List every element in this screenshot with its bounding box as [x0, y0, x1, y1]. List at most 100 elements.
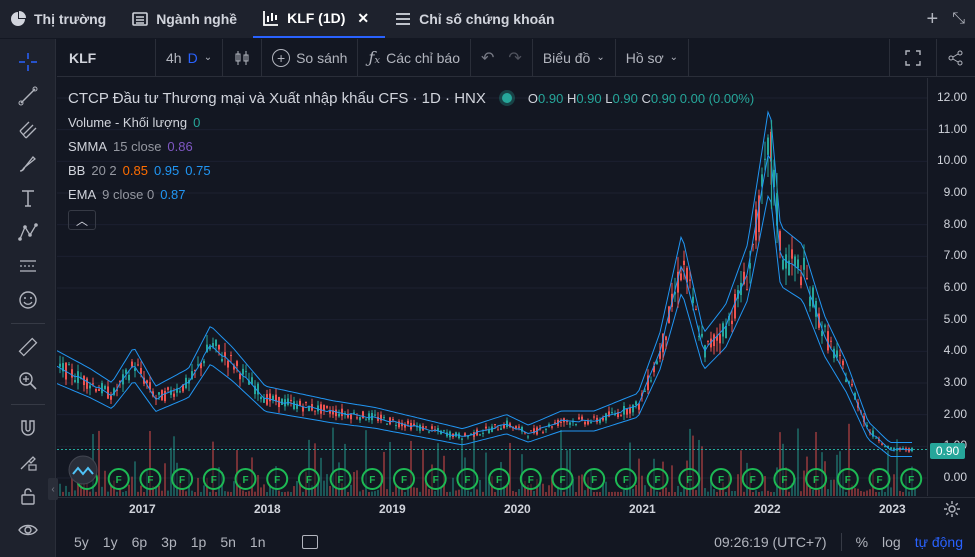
time-scale[interactable]: 2017 2018 2019 2020 2021 2022 2023: [57, 497, 975, 521]
volume-bar: [95, 491, 97, 496]
volume-bar: [899, 490, 901, 496]
range-button-5n[interactable]: 5n: [213, 534, 243, 550]
chevron-down-icon[interactable]: ⌄: [204, 52, 212, 63]
text-icon[interactable]: [10, 181, 46, 215]
candle-body: [809, 296, 811, 307]
candle-body: [365, 419, 367, 421]
eye-icon[interactable]: [10, 513, 46, 547]
range-button-1n[interactable]: 1n: [243, 534, 273, 550]
compare-button[interactable]: + So sánh: [262, 39, 357, 76]
candle-body: [314, 410, 316, 412]
brush-icon[interactable]: [10, 147, 46, 181]
volume-bar: [167, 490, 169, 496]
event-marker-label: F: [433, 475, 439, 486]
crosshair-icon[interactable]: [10, 45, 46, 79]
volume-bar: [416, 487, 418, 496]
time-tick: 2019: [379, 502, 406, 516]
volume-bar: [584, 490, 586, 496]
volume-bar: [680, 491, 682, 496]
candle-body: [707, 340, 709, 342]
trend-line-icon[interactable]: [10, 79, 46, 113]
pattern-icon[interactable]: [10, 215, 46, 249]
interval-selector[interactable]: 4h D ⌄: [156, 39, 222, 76]
candle-body: [794, 256, 796, 266]
fullscreen-icon[interactable]: [890, 39, 936, 76]
range-button-1y[interactable]: 1y: [96, 534, 125, 550]
lock-icon[interactable]: [10, 479, 46, 513]
share-icon[interactable]: [937, 39, 975, 76]
interval-4h[interactable]: 4h: [166, 50, 182, 66]
volume-bar: [638, 458, 640, 496]
candle-body: [236, 361, 238, 366]
volume-bar: [713, 489, 715, 496]
candle-body: [635, 401, 637, 405]
symbol-search[interactable]: KLF: [57, 39, 155, 76]
indicators-button[interactable]: ƒₓ Các chỉ báo: [358, 39, 470, 76]
tab-industry[interactable]: Ngành nghề: [122, 0, 253, 38]
list-icon: [132, 11, 148, 27]
tab-klf-chart[interactable]: KLF (1D) ✕: [253, 0, 386, 38]
ruler-icon[interactable]: [10, 330, 46, 364]
magnet-icon[interactable]: [10, 411, 46, 445]
volume-bar: [827, 489, 829, 496]
emoji-icon[interactable]: [10, 283, 46, 317]
tab-market[interactable]: Thị trường: [0, 0, 122, 38]
collapse-icon[interactable]: ⤡: [952, 10, 965, 28]
volume-bar: [263, 484, 265, 496]
indicator-params: 20 2: [91, 162, 117, 178]
volume-bar: [761, 491, 763, 496]
volume-bar: [182, 489, 184, 496]
range-button-1p[interactable]: 1p: [184, 534, 214, 550]
event-marker-label: F: [464, 475, 470, 486]
lock-drawing-icon[interactable]: [10, 445, 46, 479]
candle-body: [791, 249, 793, 259]
pitchfork-icon[interactable]: [10, 113, 46, 147]
chart-type-dropdown[interactable]: Biểu đồ ⌄: [533, 39, 615, 76]
zoom-in-icon[interactable]: [10, 364, 46, 398]
undo-icon[interactable]: ↶: [481, 48, 494, 68]
volume-bar: [716, 491, 718, 496]
range-button-5y[interactable]: 5y: [67, 534, 96, 550]
volume-bar: [392, 491, 394, 496]
volume-bar: [812, 489, 814, 496]
gear-icon[interactable]: [942, 499, 962, 519]
volume-bar: [260, 487, 262, 496]
add-tab-icon[interactable]: +: [927, 8, 939, 31]
volume-bar: [428, 489, 430, 496]
indicator-value: 0.86: [167, 138, 193, 154]
range-button-6p[interactable]: 6p: [125, 534, 155, 550]
volume-bar: [869, 489, 871, 496]
candle-body: [164, 390, 166, 402]
volume-bar: [122, 491, 124, 496]
candle-body: [395, 425, 397, 427]
logo-icon: [68, 455, 98, 485]
market-status-icon: [501, 93, 512, 103]
candle-body: [734, 293, 736, 319]
time-tick: 2017: [129, 502, 156, 516]
profile-dropdown[interactable]: Hồ sơ ⌄: [616, 39, 688, 76]
close-icon[interactable]: ✕: [357, 10, 369, 27]
volume-bar: [884, 491, 886, 496]
legend-ema[interactable]: EMA 9 close 0 0.87: [68, 182, 754, 206]
legend-volume[interactable]: Volume - Khối lượng 0: [68, 110, 754, 134]
close-label: C: [641, 90, 651, 106]
volume-bar: [866, 490, 868, 496]
volume-bar: [65, 485, 67, 496]
prediction-icon[interactable]: [10, 249, 46, 283]
auto-toggle[interactable]: tự động: [915, 534, 963, 550]
interval-d[interactable]: D: [188, 50, 198, 66]
price-scale[interactable]: 12.00 11.00 10.00 9.00 8.00 7.00 6.00 5.00 4.00 3…: [927, 78, 975, 496]
legend-smma[interactable]: SMMA 15 close 0.86: [68, 134, 754, 158]
volume-bar: [227, 491, 229, 496]
redo-icon[interactable]: ↷: [508, 48, 521, 68]
tab-stock-index[interactable]: Chỉ số chứng khoán: [385, 0, 570, 38]
log-toggle[interactable]: log: [882, 534, 901, 550]
volume-bar: [272, 489, 274, 496]
legend-collapse-button[interactable]: ︿: [68, 210, 96, 230]
percent-toggle[interactable]: %: [856, 534, 868, 550]
date-range-icon[interactable]: [302, 534, 319, 549]
candle-style-button[interactable]: [223, 39, 261, 76]
clock-time[interactable]: 09:26:19 (UTC+7): [714, 534, 826, 550]
legend-bb[interactable]: BB 20 2 0.85 0.95 0.75: [68, 158, 754, 182]
range-button-3p[interactable]: 3p: [154, 534, 184, 550]
